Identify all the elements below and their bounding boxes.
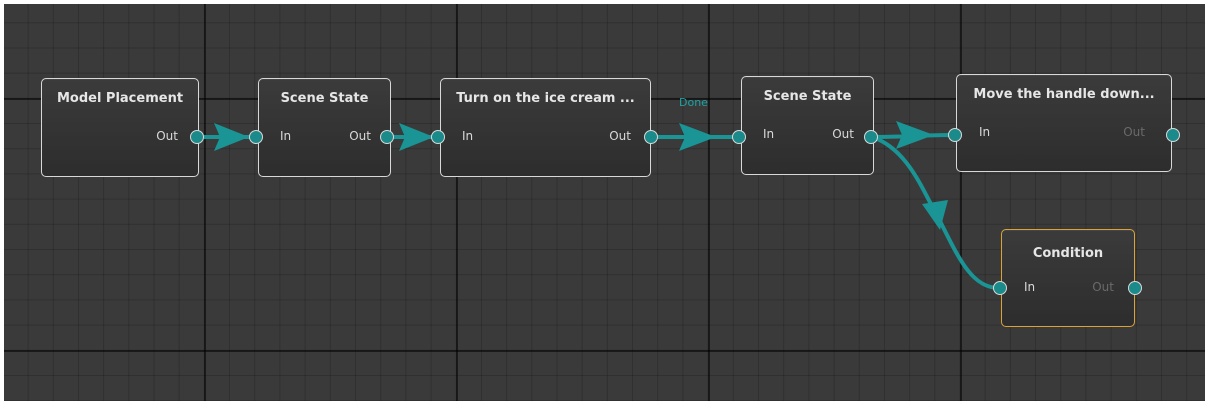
node-title: Condition [1032, 246, 1104, 261]
port-label-out: Out [156, 129, 178, 143]
output-port[interactable] [1128, 281, 1142, 295]
port-label-out: Out [349, 129, 371, 143]
input-port[interactable] [732, 130, 746, 144]
edge-label-done: Done [679, 96, 708, 109]
node-title: Turn on the ice cream ... [456, 91, 635, 106]
node-move-handle-down[interactable]: Move the handle down... In Out [956, 74, 1172, 172]
port-label-out: Out [609, 129, 631, 143]
port-label-out: Out [1092, 280, 1114, 294]
input-port[interactable] [249, 130, 263, 144]
node-graph-canvas[interactable]: Model Placement Out Scene State In Out T… [4, 4, 1205, 401]
node-title: Scene State [280, 91, 369, 106]
node-title: Scene State [763, 89, 852, 104]
output-port[interactable] [1166, 128, 1180, 142]
port-label-in: In [763, 127, 775, 141]
port-label-out: Out [1123, 125, 1145, 139]
port-label-in: In [1024, 280, 1036, 294]
node-scene-state[interactable]: Scene State In Out [258, 78, 391, 177]
node-condition[interactable]: Condition In Out [1001, 229, 1135, 327]
output-port[interactable] [864, 130, 878, 144]
input-port[interactable] [431, 130, 445, 144]
node-title: Model Placement [56, 91, 184, 106]
port-label-in: In [462, 129, 474, 143]
output-port[interactable] [644, 130, 658, 144]
connection-wires [204, 121, 1000, 290]
node-turn-on-ice-cream[interactable]: Turn on the ice cream ... In Out [440, 78, 651, 177]
node-scene-state[interactable]: Scene State In Out [741, 76, 874, 175]
input-port[interactable] [993, 281, 1007, 295]
port-label-in: In [979, 125, 991, 139]
node-model-placement[interactable]: Model Placement Out [41, 78, 199, 177]
output-port[interactable] [190, 130, 204, 144]
port-label-out: Out [832, 127, 854, 141]
port-label-in: In [280, 129, 292, 143]
output-port[interactable] [380, 130, 394, 144]
node-title: Move the handle down... [973, 87, 1155, 102]
input-port[interactable] [948, 128, 962, 142]
